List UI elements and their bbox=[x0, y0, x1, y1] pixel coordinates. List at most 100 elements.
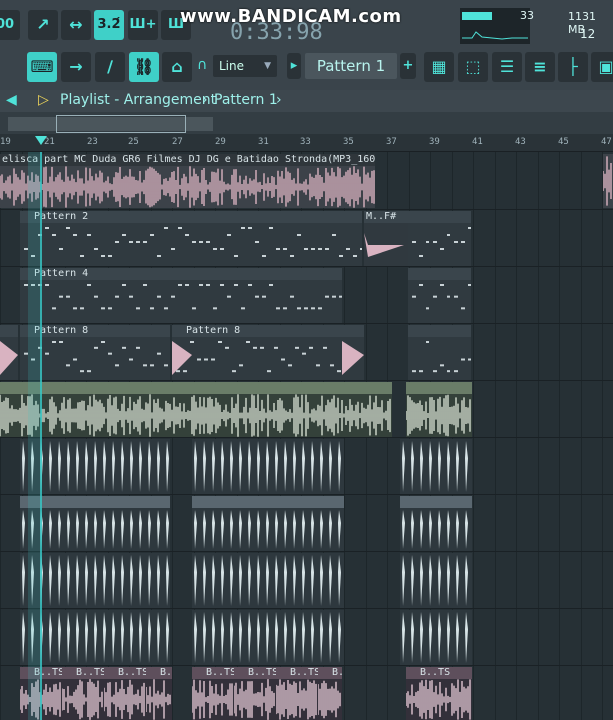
breadcrumb-arrow-icon: › bbox=[276, 92, 282, 108]
audio-clip-vocals[interactable]: elisca part MC Duda GR6 Filmes DJ DG e B… bbox=[0, 154, 375, 208]
playlist-header: ◀ ▷ Playlist - Arrangement › Pattern 1 › bbox=[0, 90, 613, 112]
pattern-clip-4[interactable]: Pattern 4 bbox=[20, 268, 342, 323]
step-edit-button[interactable]: 3.2́ bbox=[94, 10, 124, 40]
snap-mode-select[interactable]: Line ▼ bbox=[213, 55, 277, 77]
song-time-display[interactable]: 0:33:98 bbox=[230, 20, 323, 45]
percussion-clip[interactable] bbox=[20, 496, 170, 551]
pattern-clip-sample[interactable]: M..F# bbox=[364, 211, 408, 266]
browser-button[interactable]: ├ bbox=[558, 52, 588, 82]
percussion-clip[interactable] bbox=[400, 439, 472, 494]
audio-clip-loop-end[interactable] bbox=[406, 382, 472, 437]
clip-content bbox=[22, 510, 169, 549]
clip-content bbox=[433, 234, 450, 250]
tempo-display[interactable]: 00 bbox=[0, 10, 20, 40]
mixer-button[interactable]: ≡ bbox=[525, 52, 555, 82]
percussion-clip[interactable] bbox=[20, 439, 170, 494]
piano-roll-button[interactable]: ⬚ bbox=[458, 52, 488, 82]
clip-content bbox=[402, 612, 468, 663]
playhead-marker[interactable] bbox=[35, 136, 47, 145]
clip-title bbox=[408, 268, 429, 280]
add-pattern-button[interactable]: + bbox=[400, 53, 416, 79]
audio-clip-vocals-end[interactable] bbox=[603, 154, 613, 208]
clip-content bbox=[172, 341, 341, 375]
kick-clip[interactable]: B..TS bbox=[318, 667, 342, 720]
ruler-tick: 39 bbox=[429, 137, 440, 147]
kick-clip-end[interactable]: B..TS bbox=[406, 667, 472, 720]
breadcrumb-pattern[interactable]: Pattern 1 bbox=[214, 92, 278, 108]
pattern-clip-2-repeat[interactable] bbox=[429, 211, 450, 266]
stamp-tool-button[interactable]: ⌂ bbox=[162, 52, 192, 82]
pattern-clip-2-repeat[interactable] bbox=[408, 211, 429, 266]
percussion-clip[interactable] bbox=[400, 496, 472, 551]
clip-content bbox=[406, 679, 471, 720]
paint-tool-button[interactable]: ∕ bbox=[95, 52, 125, 82]
clip-content bbox=[0, 166, 375, 208]
percussion-clip[interactable] bbox=[192, 439, 344, 494]
link-tool-button[interactable]: ⛓ bbox=[129, 52, 159, 82]
percussion-clip[interactable] bbox=[192, 610, 344, 665]
ruler-tick: 47 bbox=[601, 137, 612, 147]
pattern-clip-8-a[interactable]: Pattern 8 bbox=[20, 325, 170, 380]
clip-title bbox=[450, 211, 471, 223]
playlist-button[interactable]: ▦ bbox=[424, 52, 454, 82]
cpu-bar bbox=[462, 12, 492, 20]
pattern-clip-8-b[interactable]: Pattern 8 bbox=[172, 325, 342, 380]
pattern-clip-2[interactable]: Pattern 2 bbox=[20, 211, 362, 266]
clip-content bbox=[276, 679, 317, 720]
kick-clip[interactable]: B..TS bbox=[146, 667, 172, 720]
clip-content bbox=[412, 341, 429, 373]
kick-clip[interactable]: B..TS bbox=[104, 667, 146, 720]
wait-for-input-button[interactable]: ↔ bbox=[61, 10, 91, 40]
clip-title: B..TS bbox=[62, 667, 104, 679]
kick-clip[interactable]: B..TS bbox=[276, 667, 318, 720]
playlist-tracks[interactable]: elisca part MC Duda GR6 Filmes DJ DG e B… bbox=[0, 152, 613, 720]
percussion-clip[interactable] bbox=[400, 610, 472, 665]
snap-mode-label: Line bbox=[219, 59, 245, 73]
clip-title: B..TS bbox=[234, 667, 276, 679]
channel-rack-button[interactable]: ☰ bbox=[492, 52, 522, 82]
clip-title bbox=[450, 325, 471, 337]
clip-title: B..TS bbox=[406, 667, 472, 679]
timeline-ruler[interactable]: 19 21 23 25 27 29 31 33 35 37 39 41 43 45 47 bbox=[0, 134, 613, 152]
pattern-clip-2-repeat[interactable] bbox=[450, 211, 471, 266]
blend-notes-button[interactable]: Ш+ bbox=[128, 10, 158, 40]
panel-arrows-icon[interactable]: ◀ bbox=[6, 92, 17, 108]
clip-content bbox=[433, 284, 450, 298]
pattern-clip-8-repeat[interactable] bbox=[408, 325, 429, 380]
ruler-tick: 31 bbox=[258, 137, 269, 147]
kick-clip[interactable]: B..TS bbox=[234, 667, 276, 720]
pattern-clip-4-repeat[interactable] bbox=[429, 268, 450, 323]
pattern-clip-8-c[interactable] bbox=[342, 325, 364, 380]
lane-separator bbox=[0, 209, 613, 210]
clip-content bbox=[402, 555, 468, 606]
plugin-picker-button[interactable]: ▣ bbox=[591, 52, 613, 82]
piano-roll-mode-button[interactable]: ⌨ bbox=[27, 52, 57, 82]
percussion-clip[interactable] bbox=[192, 553, 344, 608]
pattern-clip-8-repeat[interactable] bbox=[450, 325, 471, 380]
clip-content bbox=[0, 394, 391, 437]
clip-content bbox=[318, 680, 341, 719]
clip-title: B..TS bbox=[104, 667, 146, 679]
kick-clip[interactable]: B..TS bbox=[62, 667, 104, 720]
speaker-icon[interactable]: ▷ bbox=[38, 92, 49, 108]
metronome-button[interactable]: ↗ bbox=[28, 10, 58, 40]
magnet-icon[interactable]: ∩ bbox=[197, 57, 207, 73]
pattern-clip-8-start[interactable] bbox=[0, 325, 18, 380]
percussion-clip[interactable] bbox=[20, 610, 170, 665]
arrow-tool-button[interactable]: → bbox=[61, 52, 91, 82]
percussion-clip[interactable] bbox=[192, 496, 344, 551]
percussion-clip[interactable] bbox=[400, 553, 472, 608]
pattern-clip-8-repeat[interactable] bbox=[429, 325, 450, 380]
pattern-clip-4-repeat[interactable] bbox=[450, 268, 471, 323]
audio-clip-loop[interactable] bbox=[0, 382, 392, 437]
percussion-clip[interactable] bbox=[20, 553, 170, 608]
grid-line bbox=[495, 152, 496, 720]
pattern-prev-button[interactable]: ▸ bbox=[287, 53, 301, 79]
overview-scroll-handle[interactable] bbox=[56, 115, 186, 133]
clip-title bbox=[400, 496, 472, 508]
pattern-selector[interactable]: Pattern 1 bbox=[305, 53, 397, 79]
ruler-tick: 27 bbox=[172, 137, 183, 147]
pattern-clip-4-repeat[interactable] bbox=[408, 268, 429, 323]
kick-clip[interactable]: B..TS bbox=[192, 667, 234, 720]
playhead-line[interactable] bbox=[40, 152, 42, 720]
